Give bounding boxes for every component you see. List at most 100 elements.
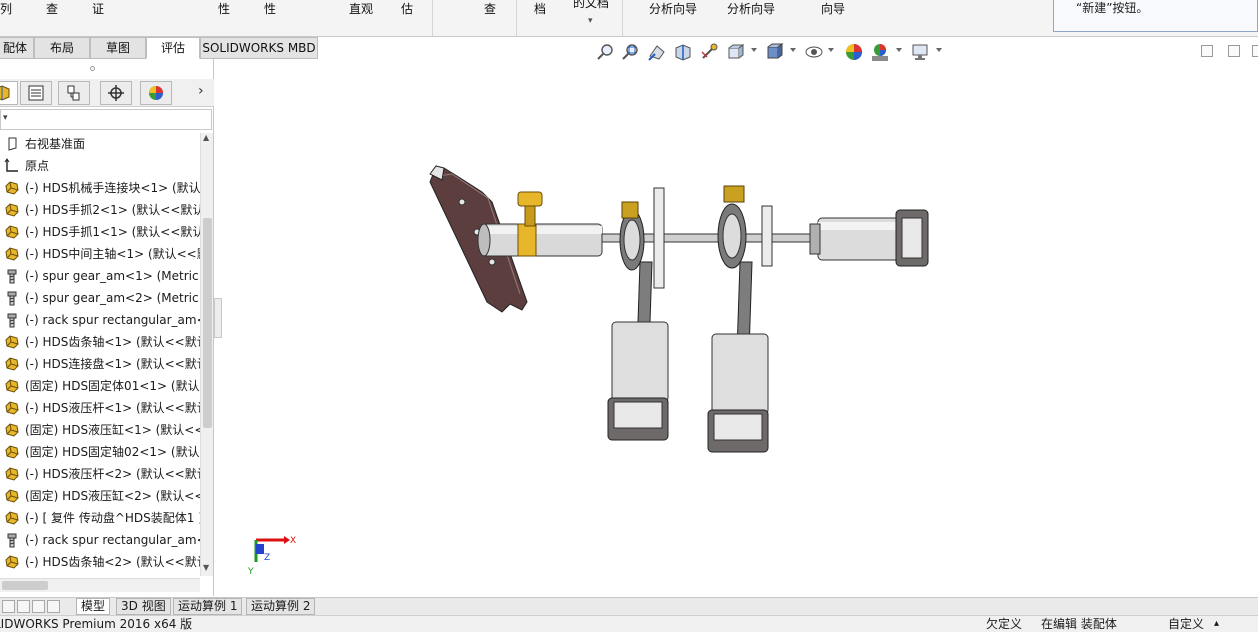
ribbon-button-3[interactable]: 证 [92,0,104,17]
tooltip: “新建”按钮。 [1053,0,1258,32]
chevron-down-icon[interactable] [896,48,902,52]
section-view-icon[interactable] [673,42,693,62]
tree-item[interactable]: 原点 [0,155,200,177]
panel-splitter[interactable] [214,298,222,338]
part-icon [5,247,19,261]
graphics-area[interactable]: X Y Z [222,62,1258,596]
ribbon-separator [432,0,433,36]
tree-item[interactable]: (-) HDS液压杆 (默认<<默认 [0,573,200,576]
maximize-view-icon[interactable] [1228,45,1240,57]
chevron-up-icon[interactable]: ▴ [1214,616,1219,632]
ribbon-button-11[interactable]: 分析向导 [649,0,697,17]
tree-filter[interactable]: ▾ [0,109,212,130]
view-orientation-icon[interactable] [725,42,745,62]
toolbox-part-icon [7,533,17,548]
panel-grip[interactable] [90,66,95,71]
tab-sketch[interactable]: 草图 [90,37,146,59]
ribbon-button-12[interactable]: 分析向导 [727,0,775,17]
assembly-model[interactable] [422,162,942,462]
zoom-to-area-icon[interactable] [621,42,641,62]
dimxpert-manager-tab[interactable] [100,81,132,105]
tree-item[interactable]: (-) HDS齿条轴<1> (默认<<默认 [0,331,200,353]
feature-manager-tab[interactable] [0,81,18,105]
scroll-up-icon[interactable]: ▲ [203,133,209,142]
tree-item[interactable]: (固定) HDS固定轴02<1> (默认< [0,441,200,463]
ribbon-button-2[interactable]: 查 [46,0,58,17]
previous-tab-icon[interactable] [17,600,30,613]
tree-item[interactable]: (-) spur gear_am<1> (Metric - [0,265,200,287]
part-icon [5,467,19,481]
tab-layout[interactable]: 布局 [34,37,90,59]
tree-item[interactable]: (-) HDS液压杆<1> (默认<<默认 [0,397,200,419]
tree-item[interactable]: (-) [ 复件 传动盘^HDS装配体1 ] [0,507,200,529]
apply-scene-icon[interactable] [870,42,890,62]
tab-solidworks-mbd[interactable]: SOLIDWORKS MBD [200,37,318,59]
display-manager-tab[interactable] [140,81,172,105]
close-view-icon[interactable] [1252,45,1258,57]
tab-model[interactable]: 模型 [76,598,111,615]
ribbon-button-8[interactable]: 查 [484,0,496,17]
tab-evaluate[interactable]: 评估 [146,37,200,59]
chevron-down-icon[interactable] [828,48,834,52]
ribbon-button-9[interactable]: 档 [534,0,546,17]
previous-view-icon[interactable] [647,42,667,62]
ribbon-button-13[interactable]: 向导 [821,0,845,17]
display-style-icon[interactable] [764,42,784,62]
ribbon-button-5[interactable]: 性 [264,0,276,17]
chevron-down-icon[interactable] [936,48,942,52]
restore-view-icon[interactable] [1201,45,1213,57]
configuration-manager-tab[interactable] [58,81,90,105]
tab-motion-study-2[interactable]: 运动算例 2 [246,598,316,615]
chevron-down-icon[interactable]: ▾ [3,113,8,123]
ribbon-button-1[interactable]: 列 [0,0,12,17]
scroll-down-icon[interactable]: ▼ [203,563,209,572]
chevron-down-icon[interactable] [790,48,796,52]
toolbox-part-icon [7,269,17,284]
scroll-thumb[interactable] [2,581,48,590]
next-tab-icon[interactable] [32,600,45,613]
edit-appearance-icon[interactable] [844,42,864,62]
chevron-down-icon[interactable]: ▾ [588,16,593,26]
zoom-to-fit-icon[interactable] [596,42,616,62]
tree-vertical-scrollbar[interactable]: ▲ ▼ [200,133,213,576]
part-icon [5,555,19,569]
tree-item[interactable]: (-) HDS机械手连接块<1> (默认< [0,177,200,199]
tree-item[interactable]: (-) spur gear_am<2> (Metric - [0,287,200,309]
scroll-thumb[interactable] [203,218,212,428]
tab-motion-study-1[interactable]: 运动算例 1 [173,598,243,615]
property-manager-tab[interactable] [20,81,52,105]
tree-item[interactable]: (-) HDS手抓1<1> (默认<<默认 [0,221,200,243]
model-tabs-bar: 模型 3D 视图 运动算例 1 运动算例 2 [0,597,1258,615]
status-units[interactable]: 自定义 [1168,616,1204,632]
reference-triad: X Y Z [247,536,296,577]
ribbon-button-6[interactable]: 直观 [349,0,373,17]
tree-item[interactable]: (-) HDS齿条轴<2> (默认<<默认 [0,551,200,573]
tree-item[interactable]: (固定) HDS固定体01<1> (默认< [0,375,200,397]
hide-show-items-icon[interactable] [804,42,824,62]
part-icon [5,203,19,217]
tree-item[interactable]: (-) HDS中间主轴<1> (默认<<默 [0,243,200,265]
tab-assembly[interactable]: 配体 [0,37,34,59]
property-list-icon [28,85,44,101]
chevron-down-icon[interactable] [751,48,757,52]
tree-item[interactable]: (-) HDS连接盘<1> (默认<<默认 [0,353,200,375]
view-settings-icon[interactable] [910,42,930,62]
ribbon-button-4[interactable]: 性 [218,0,230,17]
tree-item[interactable]: (-) HDS液压杆<2> (默认<<默认 [0,463,200,485]
last-tab-icon[interactable] [47,600,60,613]
tree-item[interactable]: (-) rack spur rectangular_am< [0,309,200,331]
tree-item[interactable]: (固定) HDS液压缸<1> (默认<< [0,419,200,441]
tree-item[interactable]: (固定) HDS液压缸<2> (默认<< [0,485,200,507]
tree-item[interactable]: (-) HDS手抓2<1> (默认<<默认 [0,199,200,221]
tree-item[interactable]: 右视基准面 [0,133,200,155]
tab-3d-view[interactable]: 3D 视图 [116,598,171,615]
tree-item[interactable]: (-) rack spur rectangular_am< [0,529,200,551]
tree-horizontal-scrollbar[interactable] [0,578,200,592]
dynamic-annotation-icon[interactable] [699,42,719,62]
first-tab-icon[interactable] [2,600,15,613]
tree-item-label: (-) HDS机械手连接块<1> (默认< [25,181,200,195]
chevron-right-icon[interactable]: › [198,83,204,99]
feature-tree-icon [0,85,10,101]
ribbon-button-10[interactable]: 的文档 [573,0,609,11]
ribbon-button-7[interactable]: 估 [401,0,413,17]
